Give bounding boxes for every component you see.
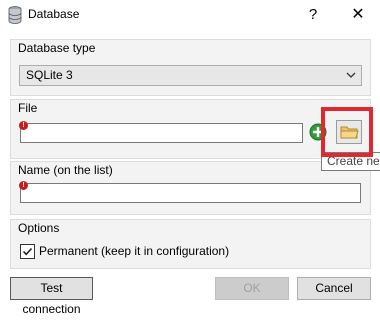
database-icon xyxy=(8,6,22,24)
name-warning-icon: ! xyxy=(19,181,28,190)
file-warning-icon: ! xyxy=(19,121,28,130)
options-label: Options xyxy=(18,221,60,235)
file-input[interactable] xyxy=(20,123,303,143)
name-group: Name (on the list) ! xyxy=(10,161,371,215)
highlight-box xyxy=(321,107,373,157)
file-group: File ! xyxy=(10,99,371,159)
name-label: Name (on the list) xyxy=(18,163,113,177)
file-label: File xyxy=(18,101,38,115)
permanent-label: Permanent (keep it in configuration) xyxy=(39,244,230,258)
database-type-select[interactable]: SQLite 3 xyxy=(19,65,362,86)
chevron-down-icon xyxy=(346,72,356,78)
window-title: Database xyxy=(28,7,80,21)
database-type-group: Database type SQLite 3 xyxy=(10,39,371,96)
ok-button[interactable]: OK xyxy=(215,277,289,300)
cancel-button[interactable]: Cancel xyxy=(297,277,371,300)
database-type-value: SQLite 3 xyxy=(26,68,73,82)
title-bar: Database ? ✕ xyxy=(0,0,380,30)
options-group: Options Permanent (keep it in configurat… xyxy=(10,219,371,269)
test-connection-button[interactable]: Test connection xyxy=(10,277,93,316)
permanent-checkbox[interactable] xyxy=(20,244,35,259)
help-button[interactable]: ? xyxy=(298,2,328,28)
name-input[interactable] xyxy=(20,183,361,203)
close-button[interactable]: ✕ xyxy=(340,2,376,28)
database-type-label: Database type xyxy=(18,41,96,55)
checkmark-icon xyxy=(22,247,33,256)
